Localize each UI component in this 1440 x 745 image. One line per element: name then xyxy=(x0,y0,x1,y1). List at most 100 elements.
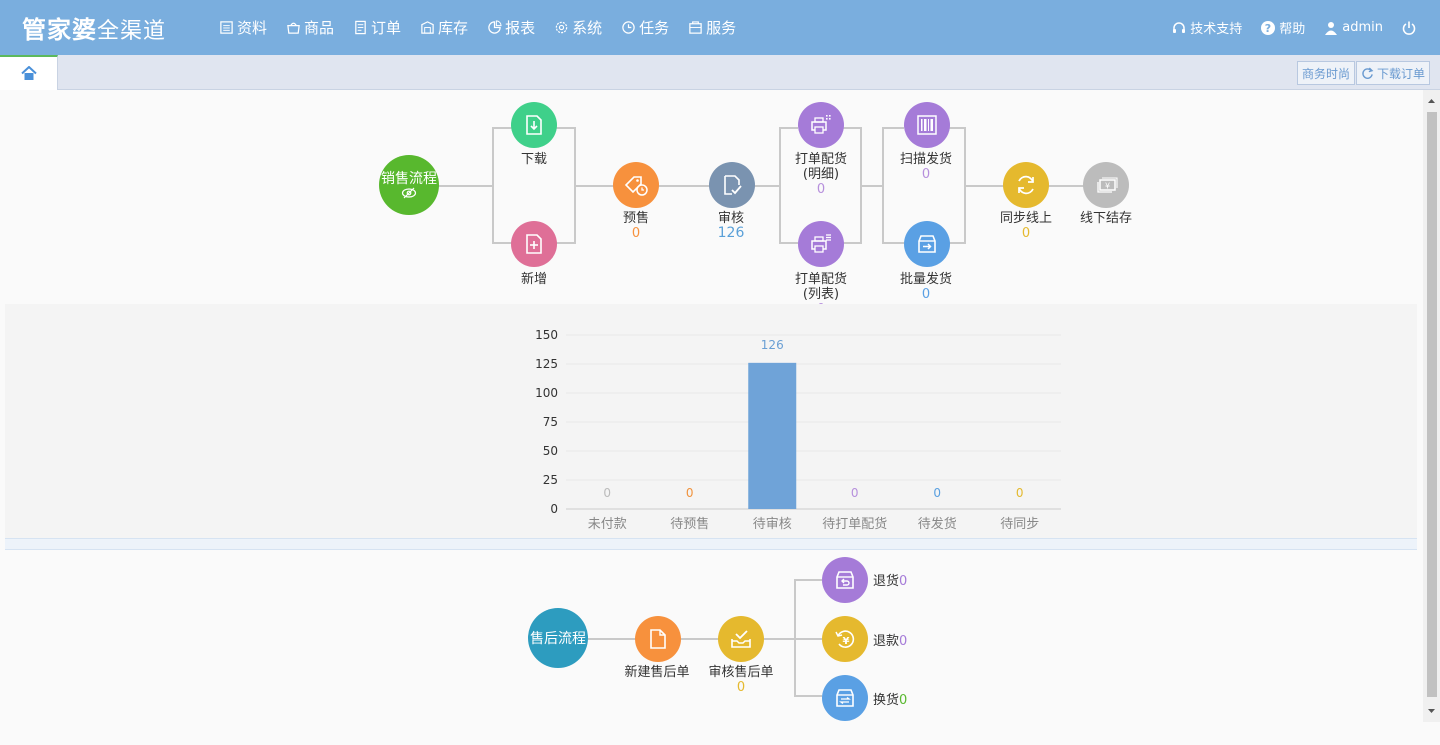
printer-list-icon xyxy=(811,234,831,253)
scan-ship-label: 扫描发货 xyxy=(899,152,952,167)
presale-label: 预售 xyxy=(622,211,649,226)
audit-aftersale-node[interactable] xyxy=(718,616,764,662)
user-icon xyxy=(1325,21,1338,35)
tab-home[interactable] xyxy=(0,55,58,90)
connector xyxy=(438,185,494,187)
user-menu[interactable]: admin xyxy=(1323,20,1383,36)
app-logo[interactable]: 管家婆全渠道 xyxy=(22,10,166,45)
tab-btn-label: 商务时尚 xyxy=(1302,66,1351,81)
presale-count[interactable]: 0 xyxy=(591,226,681,241)
new-aftersale-label: 新建售后单 xyxy=(624,665,690,680)
exchange-node[interactable] xyxy=(822,675,868,721)
scroll-up-arrow-icon[interactable] xyxy=(1423,94,1440,108)
nav-item-task[interactable]: 任务 xyxy=(621,17,669,38)
new-aftersale-node[interactable] xyxy=(635,616,681,662)
dashboard-content: 销售流程 下载 新增 预售 0 审核 126 打单配货 (明细) 0 打单配货 … xyxy=(5,90,1417,721)
connector xyxy=(882,242,904,244)
nav-item-order[interactable]: 订单 xyxy=(353,17,401,38)
power-icon xyxy=(1402,21,1416,35)
connector xyxy=(680,638,719,640)
audit-aftersale-count[interactable]: 0 xyxy=(696,680,786,695)
nav-label: 库存 xyxy=(438,19,469,37)
return-goods-text: 退货 xyxy=(873,574,900,589)
nav-item-system[interactable]: 系统 xyxy=(554,17,602,38)
refund-node[interactable]: ¥ xyxy=(822,616,868,662)
y-tick-label: 100 xyxy=(535,386,558,400)
refund-count[interactable]: 0 xyxy=(899,634,907,649)
x-tick-label: 未付款 xyxy=(588,517,627,532)
download-orders-button[interactable]: 下载订单 xyxy=(1356,61,1431,85)
logo-main: 管家婆 xyxy=(22,16,97,44)
help-icon: ? xyxy=(1261,20,1276,35)
print-detail-label: 打单配货 xyxy=(794,152,847,167)
tab-btn-fashion[interactable]: 商务时尚 xyxy=(1297,61,1356,85)
download-node[interactable] xyxy=(511,102,557,148)
sales-flow-title: 销售流程 xyxy=(381,171,437,187)
sync-count[interactable]: 0 xyxy=(981,226,1071,241)
print-list-sub: (列表) xyxy=(802,287,840,302)
audit-count[interactable]: 126 xyxy=(686,226,776,241)
scrollbar-thumb[interactable] xyxy=(1427,112,1437,697)
exchange-box-icon xyxy=(836,689,854,707)
download-icon xyxy=(526,115,542,135)
refund-yen-icon: ¥ xyxy=(835,630,855,648)
y-tick-label: 0 xyxy=(550,502,558,516)
batch-ship-count[interactable]: 0 xyxy=(881,287,971,302)
svg-text:¥: ¥ xyxy=(843,636,850,647)
data-label: 0 xyxy=(1016,486,1024,500)
tech-support-link[interactable]: 技术支持 xyxy=(1171,18,1242,37)
connector xyxy=(794,638,822,640)
refund-text: 退款 xyxy=(873,634,900,649)
x-tick-label: 待打单配货 xyxy=(822,516,887,532)
print-detail-count[interactable]: 0 xyxy=(776,182,866,197)
sync-node[interactable] xyxy=(1003,162,1049,208)
audit-icon xyxy=(724,175,742,195)
order-icon xyxy=(355,20,366,35)
nav-item-goods[interactable]: 商品 xyxy=(286,17,334,38)
status-bar-chart: 0 25 50 75 100 125 150 0 未付款 0 待预售 126 待审核 0 待打单配货 0 待发货… xyxy=(535,328,1061,532)
batch-ship-label: 批量发货 xyxy=(899,272,952,287)
x-tick-label: 待审核 xyxy=(753,517,792,532)
connector xyxy=(556,242,576,244)
return-box-icon xyxy=(836,571,854,589)
connector xyxy=(964,185,1004,187)
stock-icon xyxy=(421,21,434,34)
add-node[interactable] xyxy=(511,221,557,267)
nav-label: 系统 xyxy=(572,19,603,37)
vertical-scrollbar[interactable] xyxy=(1423,90,1440,722)
home-icon xyxy=(20,66,37,80)
batch-box-icon xyxy=(918,235,936,253)
print-list-node[interactable] xyxy=(798,221,844,267)
logo-sub: 全渠道 xyxy=(97,19,167,44)
nav-item-report[interactable]: 报表 xyxy=(487,17,535,38)
connector xyxy=(779,242,798,244)
main-menu: 资料 商品 订单 库存 报表 系统 任务 服务 xyxy=(219,0,755,55)
nav-item-data[interactable]: 资料 xyxy=(219,17,267,38)
scan-ship-node[interactable] xyxy=(904,102,950,148)
data-label: 0 xyxy=(933,486,941,500)
batch-ship-node[interactable] xyxy=(904,221,950,267)
exchange-text: 换货 xyxy=(873,693,900,708)
nav-item-service[interactable]: 服务 xyxy=(688,17,736,38)
return-goods-count[interactable]: 0 xyxy=(899,574,907,589)
connector xyxy=(1048,185,1084,187)
barcode-icon xyxy=(917,115,937,135)
offline-node[interactable]: ¥ xyxy=(1083,162,1129,208)
help-link[interactable]: ? 帮助 xyxy=(1260,18,1305,37)
scroll-down-arrow-icon[interactable] xyxy=(1423,704,1440,718)
data-label: 0 xyxy=(603,486,611,500)
presale-node[interactable] xyxy=(613,162,659,208)
return-goods-node[interactable] xyxy=(822,557,868,603)
connector xyxy=(492,127,512,129)
scan-ship-count[interactable]: 0 xyxy=(881,167,971,182)
sync-icon xyxy=(1018,175,1034,195)
bar xyxy=(748,362,797,509)
print-detail-node[interactable] xyxy=(798,102,844,148)
offline-label: 线下结存 xyxy=(1079,211,1132,226)
audit-node[interactable] xyxy=(709,162,755,208)
nav-item-stock[interactable]: 库存 xyxy=(420,17,468,38)
section-divider xyxy=(5,538,1417,550)
connector xyxy=(842,242,862,244)
logout-button[interactable] xyxy=(1401,20,1420,36)
exchange-count[interactable]: 0 xyxy=(899,693,907,708)
